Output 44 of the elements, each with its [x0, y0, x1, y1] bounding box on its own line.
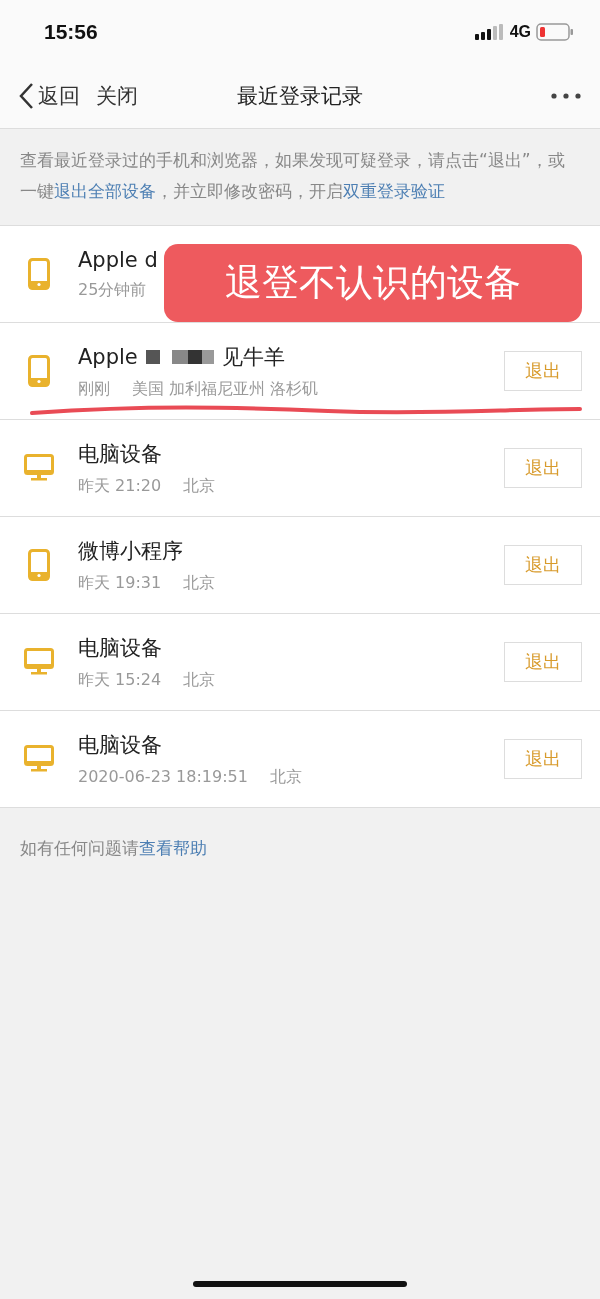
back-button[interactable]: 返回 [18, 82, 80, 110]
login-time: 2020-06-23 18:19:51 [78, 766, 248, 788]
device-name-end: 见牛羊 [221, 343, 285, 371]
notice-text: 查看最近登录过的手机和浏览器，如果发现可疑登录，请点击“退出”，或一键退出全部设备，并立即修改密码，开启双重登录验证 [19, 149, 566, 203]
monitor-icon [24, 745, 54, 773]
signal-icon [474, 24, 505, 40]
login-time: 25分钟前 [78, 279, 147, 301]
device-name: 电脑设备 [78, 634, 162, 662]
phone-icon [28, 355, 50, 387]
page-title: 最近登录记录 [237, 83, 363, 110]
login-location: 美国 加利福尼亚州 洛杉矶 [132, 378, 319, 400]
device-name: Apple [78, 344, 138, 369]
logout-button[interactable]: 退出 [504, 351, 582, 391]
logout-button[interactable]: 退出 [504, 448, 582, 488]
help-link[interactable]: 查看帮助 [139, 839, 207, 858]
annotation-banner: 退登不认识的设备 [164, 244, 582, 322]
login-location: 北京 [269, 766, 302, 788]
back-chevron-icon [18, 82, 34, 110]
more-icon[interactable] [550, 92, 582, 100]
logout-button[interactable]: 退出 [504, 545, 582, 585]
phone-icon [28, 549, 50, 581]
login-time: 刚刚 [78, 378, 110, 400]
logout-button[interactable]: 退出 [504, 739, 582, 779]
network-label: 4G [509, 23, 531, 41]
device-name: Apple d [78, 247, 158, 272]
notice-link[interactable]: 双重登录验证 [343, 181, 445, 201]
notice-link[interactable]: 退出全部设备 [54, 181, 156, 201]
device-name: 电脑设备 [78, 440, 162, 468]
monitor-icon [24, 648, 54, 676]
logout-button[interactable]: 退出 [504, 642, 582, 682]
battery-icon [536, 23, 574, 41]
phone-icon [28, 258, 50, 290]
login-time: 昨天 15:24 [78, 669, 162, 691]
close-button[interactable]: 关闭 [96, 82, 138, 110]
monitor-icon [24, 454, 54, 482]
device-name: 电脑设备 [78, 731, 162, 759]
status-time: 15:56 [44, 20, 98, 44]
login-location: 北京 [183, 475, 216, 497]
login-time: 昨天 19:31 [78, 572, 162, 594]
help-text: 如有任何问题请查看帮助 [19, 838, 208, 860]
login-time: 昨天 21:20 [78, 475, 162, 497]
login-location: 北京 [183, 572, 216, 594]
login-location: 北京 [183, 669, 216, 691]
device-name: 微博小程序 [78, 537, 183, 565]
